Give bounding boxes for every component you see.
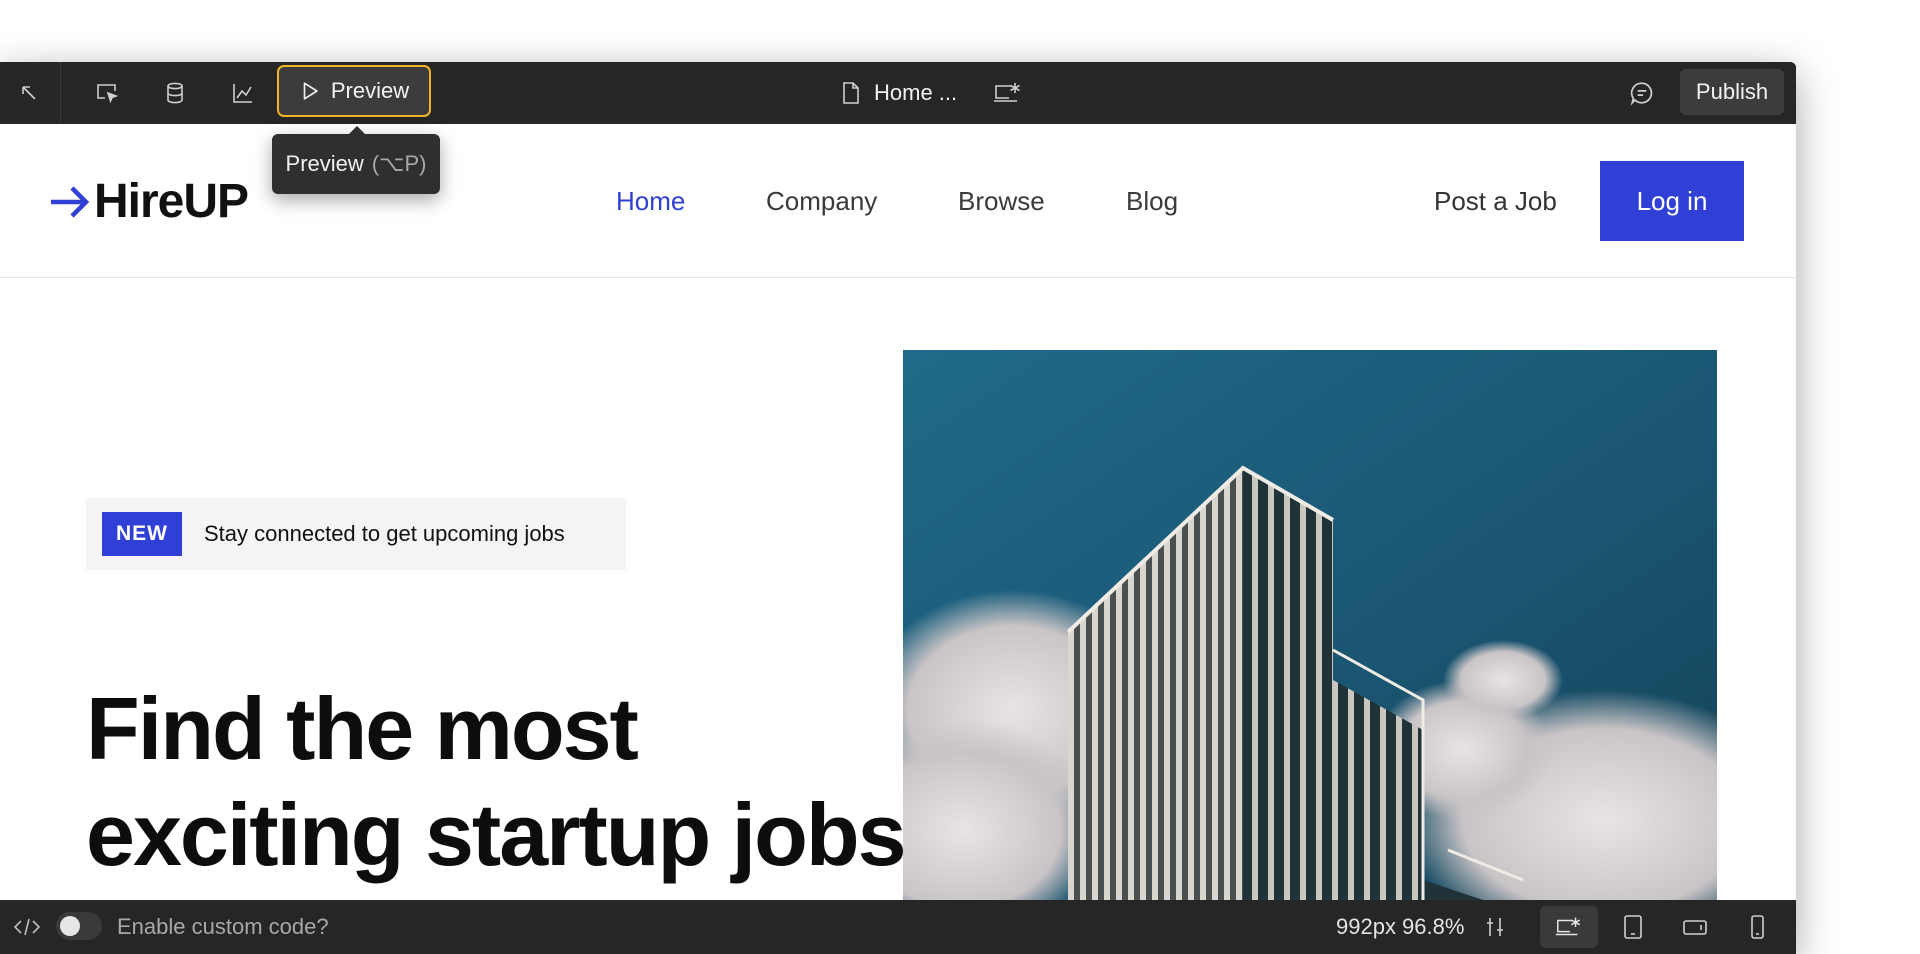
nav-link-home[interactable]: Home	[616, 186, 685, 217]
page-selector[interactable]: Home ...	[840, 76, 957, 110]
hero-image	[903, 350, 1717, 900]
login-button[interactable]: Log in	[1600, 161, 1744, 241]
landscape-icon	[1683, 920, 1707, 935]
editor-window: Preview Home ... Publish HireUP Home Com…	[0, 62, 1796, 954]
arrow-right-icon	[51, 185, 90, 218]
announcement-text: Stay connected to get upcoming jobs	[204, 521, 565, 546]
tablet-icon	[1624, 915, 1642, 939]
announcement-banner[interactable]: NEW Stay connected to get upcoming jobs	[86, 498, 626, 570]
breakpoint-mobile-button[interactable]	[1728, 906, 1786, 948]
preview-button[interactable]: Preview	[277, 65, 431, 117]
desktop-icon	[1555, 917, 1581, 936]
tooltip-label: Preview	[285, 151, 364, 176]
database-icon[interactable]	[158, 76, 192, 110]
select-icon[interactable]	[90, 76, 124, 110]
page-name-label: Home ...	[874, 80, 958, 105]
code-icon	[10, 912, 44, 942]
breakpoint-desktop-button[interactable]	[1540, 906, 1598, 948]
publish-button[interactable]: Publish	[1680, 69, 1784, 115]
logo-text: HireUP	[94, 175, 249, 228]
site-navbar: HireUP Home Company Browse Blog Post a J…	[0, 124, 1796, 278]
breakpoint-landscape-button[interactable]	[1666, 906, 1724, 948]
headline-line-2: exciting startup jobs	[86, 785, 907, 884]
custom-code-label: Enable custom code?	[117, 914, 329, 939]
comment-icon[interactable]	[1625, 76, 1659, 110]
zoom-adjust-icon[interactable]	[1480, 912, 1510, 942]
hero-headline: Find the most exciting startup jobs	[86, 676, 907, 888]
pointer-icon[interactable]	[12, 76, 46, 110]
top-toolbar: Preview Home ... Publish	[0, 62, 1796, 124]
custom-code-toggle[interactable]	[56, 912, 102, 940]
analytics-icon[interactable]	[226, 76, 260, 110]
breakpoint-tablet-button[interactable]	[1604, 906, 1662, 948]
headline-line-1: Find the most	[86, 679, 639, 778]
nav-link-browse[interactable]: Browse	[958, 186, 1045, 217]
play-icon	[303, 82, 318, 100]
page-icon	[843, 82, 859, 104]
site-logo[interactable]: HireUP	[48, 174, 249, 229]
canvas-dimensions: 992px 96.8%	[1336, 914, 1465, 939]
breakpoint-desktop-icon[interactable]	[990, 76, 1026, 110]
mobile-icon	[1751, 915, 1764, 939]
nav-link-blog[interactable]: Blog	[1126, 186, 1178, 217]
preview-label: Preview	[330, 78, 410, 103]
post-job-link[interactable]: Post a Job	[1434, 186, 1557, 217]
bottom-toolbar: Enable custom code? 992px 96.8%	[0, 900, 1796, 954]
toggle-knob	[60, 916, 80, 936]
preview-tooltip: Preview (⌥P)	[272, 126, 440, 194]
tooltip-shortcut: (⌥P)	[371, 151, 427, 176]
design-canvas[interactable]: HireUP Home Company Browse Blog Post a J…	[0, 124, 1796, 900]
toolbar-divider	[60, 62, 61, 124]
nav-link-company[interactable]: Company	[766, 186, 877, 217]
new-badge: NEW	[102, 512, 182, 556]
